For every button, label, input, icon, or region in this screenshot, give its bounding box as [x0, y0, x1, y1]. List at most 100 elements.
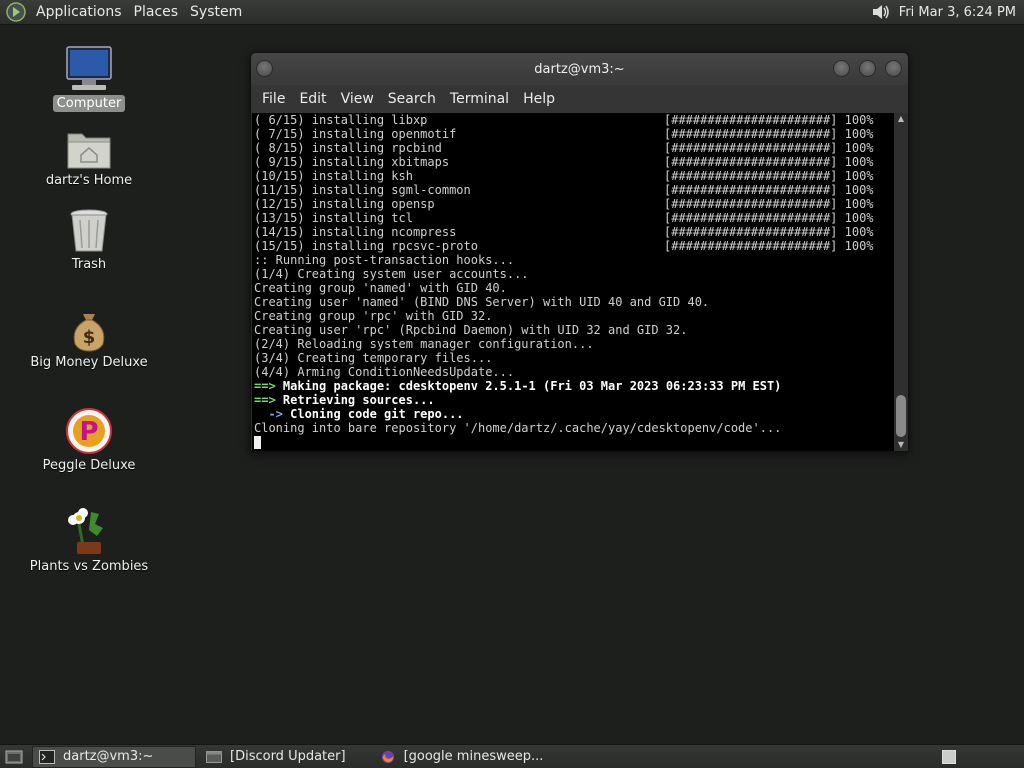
progress-bar-text: [######################] 100% [664, 127, 874, 141]
terminal-line: ( 9/15) installing xbitmaps [############… [254, 155, 894, 169]
package-text: (10/15) installing ksh [254, 169, 413, 183]
taskbar-item-terminal[interactable]: dartz@vm3:~ [32, 745, 196, 768]
top-panel: Applications Places System Fri Mar 3, 6:… [0, 0, 1024, 25]
menu-help[interactable]: Help [516, 91, 562, 107]
progress-bar-text: [######################] 100% [664, 113, 874, 127]
taskbar-item-label: [Discord Updater] [230, 749, 346, 764]
terminal-line: Cloning into bare repository '/home/dart… [254, 421, 782, 435]
progress-bar-text: [######################] 100% [664, 225, 874, 239]
progress-bar-text: [######################] 100% [664, 141, 874, 155]
trash-icon [70, 209, 108, 252]
terminal-line: (11/15) installing sgml-common [#########… [254, 183, 894, 197]
package-text: (12/15) installing opensp [254, 197, 435, 211]
window-menu-button[interactable] [256, 60, 273, 77]
make-package-text: Making package: cdesktopenv 2.5.1-1 (Fri… [275, 379, 782, 393]
terminal-menubar: File Edit View Search Terminal Help [251, 85, 908, 113]
progress-bar-text: [######################] 100% [664, 197, 874, 211]
menu-edit[interactable]: Edit [292, 91, 333, 107]
terminal-line: (2/4) Reloading system manager configura… [254, 337, 594, 351]
peggle-icon: P [66, 408, 112, 454]
text-cursor [254, 436, 261, 449]
terminal-scrollbar[interactable]: ▲ ▼ [894, 113, 908, 451]
taskbar-item-label: [google minesweep... [403, 749, 544, 764]
package-text: ( 8/15) installing rpcbind [254, 141, 442, 155]
close-button[interactable] [885, 60, 902, 77]
package-text: (14/15) installing ncompress [254, 225, 457, 239]
plants-vs-zombies-icon [68, 508, 103, 554]
terminal-line-make-package: ==> Making package: cdesktopenv 2.5.1-1 … [254, 379, 894, 393]
desktop-icon-label: Trash [71, 257, 107, 272]
home-folder-icon [67, 133, 111, 169]
prompt-arrow: ==> [254, 393, 276, 407]
show-desktop-icon[interactable] [4, 747, 24, 767]
terminal-line: (10/15) installing ksh [#################… [254, 169, 894, 183]
terminal-line: (4/4) Arming ConditionNeedsUpdate... [254, 365, 515, 379]
scroll-up-icon[interactable]: ▲ [894, 113, 908, 125]
menu-terminal[interactable]: Terminal [443, 91, 516, 107]
taskbar-item-label: dartz@vm3:~ [63, 749, 154, 764]
prompt-arrow: ==> [254, 379, 276, 393]
terminal-line-cloning: -> Cloning code git repo... [254, 407, 894, 421]
bottom-panel: dartz@vm3:~ [Discord Updater] [google mi… [0, 744, 1024, 768]
window-icon [206, 750, 222, 763]
desktop-icon-big-money[interactable]: $ Big Money Deluxe [19, 310, 159, 371]
desktop-icon-label: Computer [52, 95, 126, 112]
package-text: ( 9/15) installing xbitmaps [254, 155, 450, 169]
applications-menu[interactable]: Applications [30, 4, 128, 20]
money-bag-icon: $ [73, 314, 105, 352]
gnome-foot-menu-icon[interactable] [6, 2, 26, 22]
progress-bar-text: [######################] 100% [664, 211, 874, 225]
terminal-line: (13/15) installing tcl [#################… [254, 211, 894, 225]
desktop-icon-home[interactable]: dartz's Home [19, 128, 159, 189]
cloning-text: Cloning code git repo... [282, 407, 464, 421]
prompt-arrow: -> [254, 407, 283, 421]
progress-bar-text: [######################] 100% [664, 183, 874, 197]
taskbar-item-minesweeper[interactable]: [google minesweep... [374, 746, 550, 768]
clock[interactable]: Fri Mar 3, 6:24 PM [899, 5, 1016, 20]
menu-search[interactable]: Search [381, 91, 443, 107]
firefox-icon [381, 750, 394, 763]
desktop-icon-label: Plants vs Zombies [29, 559, 149, 574]
terminal-line: ( 6/15) installing libxp [###############… [254, 113, 894, 127]
terminal-titlebar[interactable]: dartz@vm3:~ [251, 53, 908, 85]
workspace-switcher[interactable] [942, 749, 956, 764]
package-text: (15/15) installing rpcsvc-proto [254, 239, 478, 253]
terminal-line: ( 8/15) installing rpcbind [#############… [254, 141, 894, 155]
tray: Fri Mar 3, 6:24 PM [869, 0, 1024, 25]
package-text: ( 7/15) installing openmotif [254, 127, 457, 141]
scroll-down-icon[interactable]: ▼ [894, 439, 908, 451]
package-text: (11/15) installing sgml-common [254, 183, 471, 197]
menu-file[interactable]: File [255, 91, 292, 107]
retrieving-text: Retrieving sources... [275, 393, 435, 407]
desktop-icon-label: Peggle Deluxe [42, 458, 136, 473]
terminal-cursor-line [254, 435, 894, 449]
desktop-icon-peggle[interactable]: P Peggle Deluxe [19, 407, 159, 474]
terminal-line: Creating user 'named' (BIND DNS Server) … [254, 295, 710, 309]
progress-bar-text: [######################] 100% [664, 239, 874, 253]
progress-bar-text: [######################] 100% [664, 155, 874, 169]
taskbar-item-discord-updater[interactable]: [Discord Updater] [200, 746, 352, 768]
system-menu[interactable]: System [184, 4, 248, 20]
maximize-button[interactable] [859, 60, 876, 77]
terminal-window[interactable]: dartz@vm3:~ File Edit View Search Termin… [250, 52, 909, 452]
desktop-icon-pvz[interactable]: Plants vs Zombies [19, 506, 159, 575]
terminal-line: ( 7/15) installing openmotif [###########… [254, 127, 894, 141]
desktop-icon-computer[interactable]: Computer [19, 45, 159, 112]
terminal-line: :: Running post-transaction hooks... [254, 253, 515, 267]
terminal-line: Creating user 'rpc' (Rpcbind Daemon) wit… [254, 323, 688, 337]
volume-icon[interactable] [869, 1, 891, 23]
terminal-line-retrieving: ==> Retrieving sources... [254, 393, 894, 407]
terminal-icon [39, 749, 55, 764]
terminal-line: (12/15) installing opensp [##############… [254, 197, 894, 211]
terminal-output[interactable]: ( 6/15) installing libxp [###############… [252, 113, 894, 451]
terminal-line: (15/15) installing rpcsvc-proto [########… [254, 239, 894, 253]
computer-icon [66, 46, 112, 90]
places-menu[interactable]: Places [128, 4, 185, 20]
minimize-button[interactable] [833, 60, 850, 77]
desktop-icon-trash[interactable]: Trash [19, 208, 159, 273]
terminal-line: (14/15) installing ncompress [###########… [254, 225, 894, 239]
desktop-icon-label: Big Money Deluxe [30, 355, 148, 370]
menu-view[interactable]: View [334, 91, 381, 107]
scrollbar-thumb[interactable] [896, 395, 906, 437]
svg-text:$: $ [83, 327, 96, 348]
